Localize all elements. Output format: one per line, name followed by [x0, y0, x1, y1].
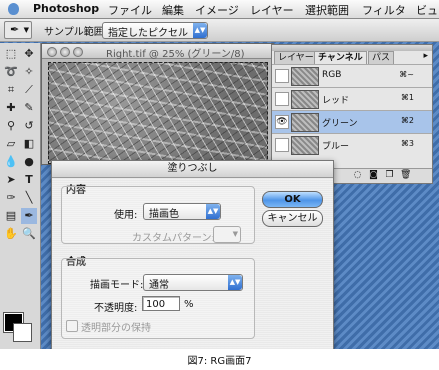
- image-canvas[interactable]: [48, 62, 268, 164]
- menu-select[interactable]: 選択範囲: [305, 2, 349, 18]
- pen-tool-icon[interactable]: ✑: [3, 190, 19, 206]
- opacity-unit: %: [184, 299, 194, 310]
- channel-shortcut: ⌘3: [400, 139, 414, 148]
- preserve-transparency-checkbox: [66, 320, 78, 332]
- brush-tool-icon[interactable]: ✎: [21, 100, 37, 116]
- channel-name: グリーン: [322, 119, 358, 129]
- channel-shortcut: ⌘~: [399, 70, 414, 79]
- document-title: Right.tif @ 25% (グリーン/8): [106, 49, 245, 60]
- eye-icon[interactable]: 👁: [275, 115, 289, 129]
- channel-row-blue[interactable]: ブルー ⌘3: [272, 133, 432, 156]
- visibility-toggle[interactable]: [275, 69, 289, 83]
- channel-thumbnail: [291, 90, 319, 109]
- eyedropper-icon: ✒: [10, 23, 20, 36]
- fill-dialog: 塗りつぶし 内容 使用: 描画色 ▲▼ カスタムパターン: ▼ 合成 描画モード…: [51, 160, 334, 349]
- document-window: Right.tif @ 25% (グリーン/8): [41, 43, 274, 165]
- preserve-transparency-label: 透明部分の保持: [81, 323, 151, 334]
- menu-file[interactable]: ファイル: [108, 2, 152, 18]
- updown-arrows-icon: ▲▼: [228, 275, 242, 290]
- tool-preset-picker[interactable]: ✒ ▼: [4, 21, 32, 39]
- use-label: 使用:: [114, 210, 138, 221]
- cancel-button[interactable]: キャンセル: [262, 210, 323, 227]
- mode-select[interactable]: 通常 ▲▼: [143, 274, 243, 291]
- channel-row-rgb[interactable]: RGB ⌘~: [272, 64, 432, 87]
- hand-tool-icon[interactable]: ✋: [3, 226, 19, 242]
- ok-button[interactable]: OK: [262, 191, 323, 208]
- menu-edit[interactable]: 編集: [162, 2, 184, 18]
- dodge-tool-icon[interactable]: ●: [21, 154, 37, 170]
- type-tool-icon[interactable]: T: [21, 172, 37, 188]
- mode-label: 描画モード:: [90, 280, 144, 291]
- notes-tool-icon[interactable]: ▤: [3, 208, 19, 224]
- panel-menu-icon[interactable]: ▸: [423, 51, 428, 61]
- save-selection-icon[interactable]: ◙: [368, 170, 379, 181]
- menu-view[interactable]: ビュ: [416, 2, 438, 18]
- menu-layer[interactable]: レイヤー: [250, 2, 294, 18]
- channel-thumbnail: [291, 67, 319, 86]
- channel-name: ブルー: [322, 142, 350, 152]
- desktop: Photoshop ファイル 編集 イメージ レイヤー 選択範囲 フィルタ ビュ…: [0, 0, 439, 349]
- toolbox: ⬚ ✥ ➰ ✧ ⌗ ⟋ ✚ ✎ ⚲ ↺ ▱ ◧ 💧 ● ➤ T ✑ ╲ ▤ ✒ …: [0, 43, 41, 349]
- document-title-bar: Right.tif @ 25% (グリーン/8): [42, 44, 273, 60]
- eyedropper-tool-icon[interactable]: ✒: [21, 208, 37, 224]
- slice-tool-icon[interactable]: ⟋: [21, 82, 37, 98]
- channel-shortcut: ⌘2: [400, 116, 414, 125]
- gradient-tool-icon[interactable]: ◧: [21, 136, 37, 152]
- visibility-toggle[interactable]: [275, 92, 289, 106]
- clone-stamp-tool-icon[interactable]: ⚲: [3, 118, 19, 134]
- use-value: 描画色: [149, 209, 179, 220]
- healing-brush-tool-icon[interactable]: ✚: [3, 100, 19, 116]
- options-bar: ✒ ▼ サンプル範囲: 指定したピクセル ▲▼: [0, 19, 439, 42]
- channel-shortcut: ⌘1: [400, 93, 414, 102]
- channel-row-red[interactable]: レッド ⌘1: [272, 87, 432, 110]
- eraser-tool-icon[interactable]: ▱: [3, 136, 19, 152]
- path-selection-tool-icon[interactable]: ➤: [3, 172, 19, 188]
- zoom-tool-icon[interactable]: 🔍: [21, 226, 37, 242]
- apple-menu-icon[interactable]: [8, 3, 19, 15]
- line-tool-icon[interactable]: ╲: [21, 190, 37, 206]
- visibility-toggle[interactable]: [275, 138, 289, 152]
- menu-image[interactable]: イメージ: [195, 2, 239, 18]
- channel-name: RGB: [322, 70, 342, 80]
- updown-arrows-icon: ▲▼: [193, 23, 207, 38]
- minimize-window-icon[interactable]: [60, 47, 70, 57]
- custom-pattern-picker: ▼: [213, 226, 241, 243]
- magic-wand-tool-icon[interactable]: ✧: [21, 64, 37, 80]
- custom-pattern-label: カスタムパターン:: [132, 233, 215, 244]
- dialog-title: 塗りつぶし: [52, 161, 333, 178]
- chevron-down-icon: ▼: [232, 230, 238, 238]
- lasso-tool-icon[interactable]: ➰: [3, 64, 19, 80]
- move-tool-icon[interactable]: ✥: [21, 46, 37, 62]
- mode-value: 通常: [149, 280, 169, 291]
- new-channel-icon[interactable]: ❐: [384, 170, 395, 181]
- sample-size-value: 指定したピクセル: [108, 28, 188, 39]
- tab-layers[interactable]: レイヤー: [274, 51, 318, 64]
- menu-bar: Photoshop ファイル 編集 イメージ レイヤー 選択範囲 フィルタ ビュ: [0, 0, 439, 19]
- chevron-down-icon: ▼: [23, 26, 29, 34]
- opacity-field[interactable]: 100: [142, 296, 180, 311]
- background-color-swatch[interactable]: [13, 323, 32, 342]
- crop-tool-icon[interactable]: ⌗: [3, 82, 19, 98]
- channel-row-green[interactable]: 👁 グリーン ⌘2: [272, 110, 432, 133]
- sample-size-label: サンプル範囲:: [44, 27, 108, 38]
- marquee-tool-icon[interactable]: ⬚: [3, 46, 19, 62]
- history-brush-tool-icon[interactable]: ↺: [21, 118, 37, 134]
- opacity-label: 不透明度:: [94, 303, 138, 314]
- blur-tool-icon[interactable]: 💧: [3, 154, 19, 170]
- channel-thumbnail: [291, 136, 319, 155]
- use-select[interactable]: 描画色 ▲▼: [143, 203, 221, 220]
- close-window-icon[interactable]: [47, 47, 57, 57]
- tab-channels[interactable]: チャンネル: [314, 51, 367, 64]
- load-selection-icon[interactable]: ◌: [352, 170, 363, 181]
- menu-app-name[interactable]: Photoshop: [33, 2, 99, 15]
- figure-caption: 図7: RG画面7: [187, 356, 252, 367]
- channel-thumbnail: [291, 113, 319, 132]
- updown-arrows-icon: ▲▼: [206, 204, 220, 219]
- menu-filter[interactable]: フィルタ: [362, 2, 406, 18]
- channel-name: レッド: [322, 96, 350, 106]
- zoom-window-icon[interactable]: [73, 47, 83, 57]
- tab-paths[interactable]: パス: [368, 51, 395, 64]
- trash-icon[interactable]: 🗑: [400, 170, 411, 181]
- sample-size-select[interactable]: 指定したピクセル ▲▼: [102, 22, 208, 39]
